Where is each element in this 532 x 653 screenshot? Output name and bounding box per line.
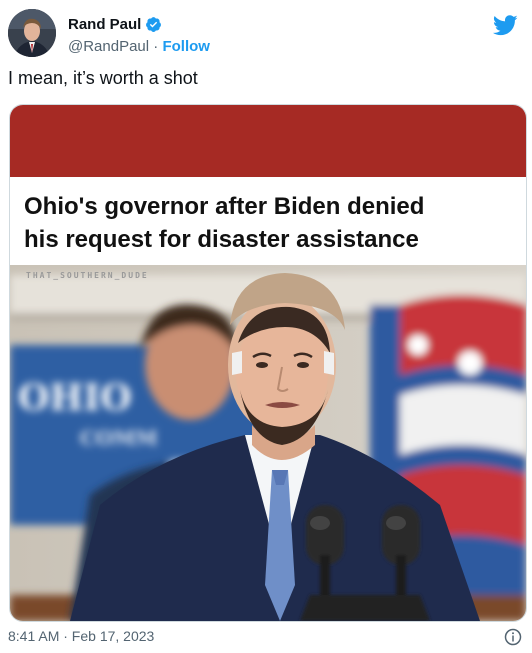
red-banner xyxy=(10,105,526,177)
author-handle[interactable]: @RandPaul xyxy=(68,38,149,55)
separator-dot: · xyxy=(153,38,159,55)
follow-button[interactable]: Follow xyxy=(162,38,210,55)
watermark: THAT_SOUTHERN_DUDE xyxy=(26,271,149,280)
twitter-bird-icon[interactable] xyxy=(492,15,518,36)
meme-headline: Ohio's governor after Biden denied his r… xyxy=(24,190,514,256)
headline-line-1: Ohio's governor after Biden denied xyxy=(24,193,425,220)
tweet-footer: 8:41 AM · Feb 17, 2023 xyxy=(8,628,524,648)
author-name-row: Rand Paul xyxy=(68,16,162,33)
info-icon[interactable] xyxy=(504,628,522,646)
headline-line-2: his request for disaster assistance xyxy=(24,226,419,253)
ohio-sign-subtext: COMM xyxy=(80,426,158,450)
tweet-text: I mean, it’s worth a shot xyxy=(8,68,198,88)
ohio-sign-text: OHIO xyxy=(18,377,132,419)
tweet-media[interactable]: Ohio's governor after Biden denied his r… xyxy=(9,104,527,622)
meme-photo: OHIO COMM xyxy=(10,265,526,621)
author-name[interactable]: Rand Paul xyxy=(68,16,141,33)
timestamp[interactable]: 8:41 AM · Feb 17, 2023 xyxy=(8,628,154,644)
author-handle-row: @RandPaul · Follow xyxy=(68,38,210,55)
tweet-header: Rand Paul @RandPaul · Follow xyxy=(8,8,524,58)
avatar[interactable] xyxy=(8,9,56,57)
verified-badge-icon xyxy=(145,16,162,33)
